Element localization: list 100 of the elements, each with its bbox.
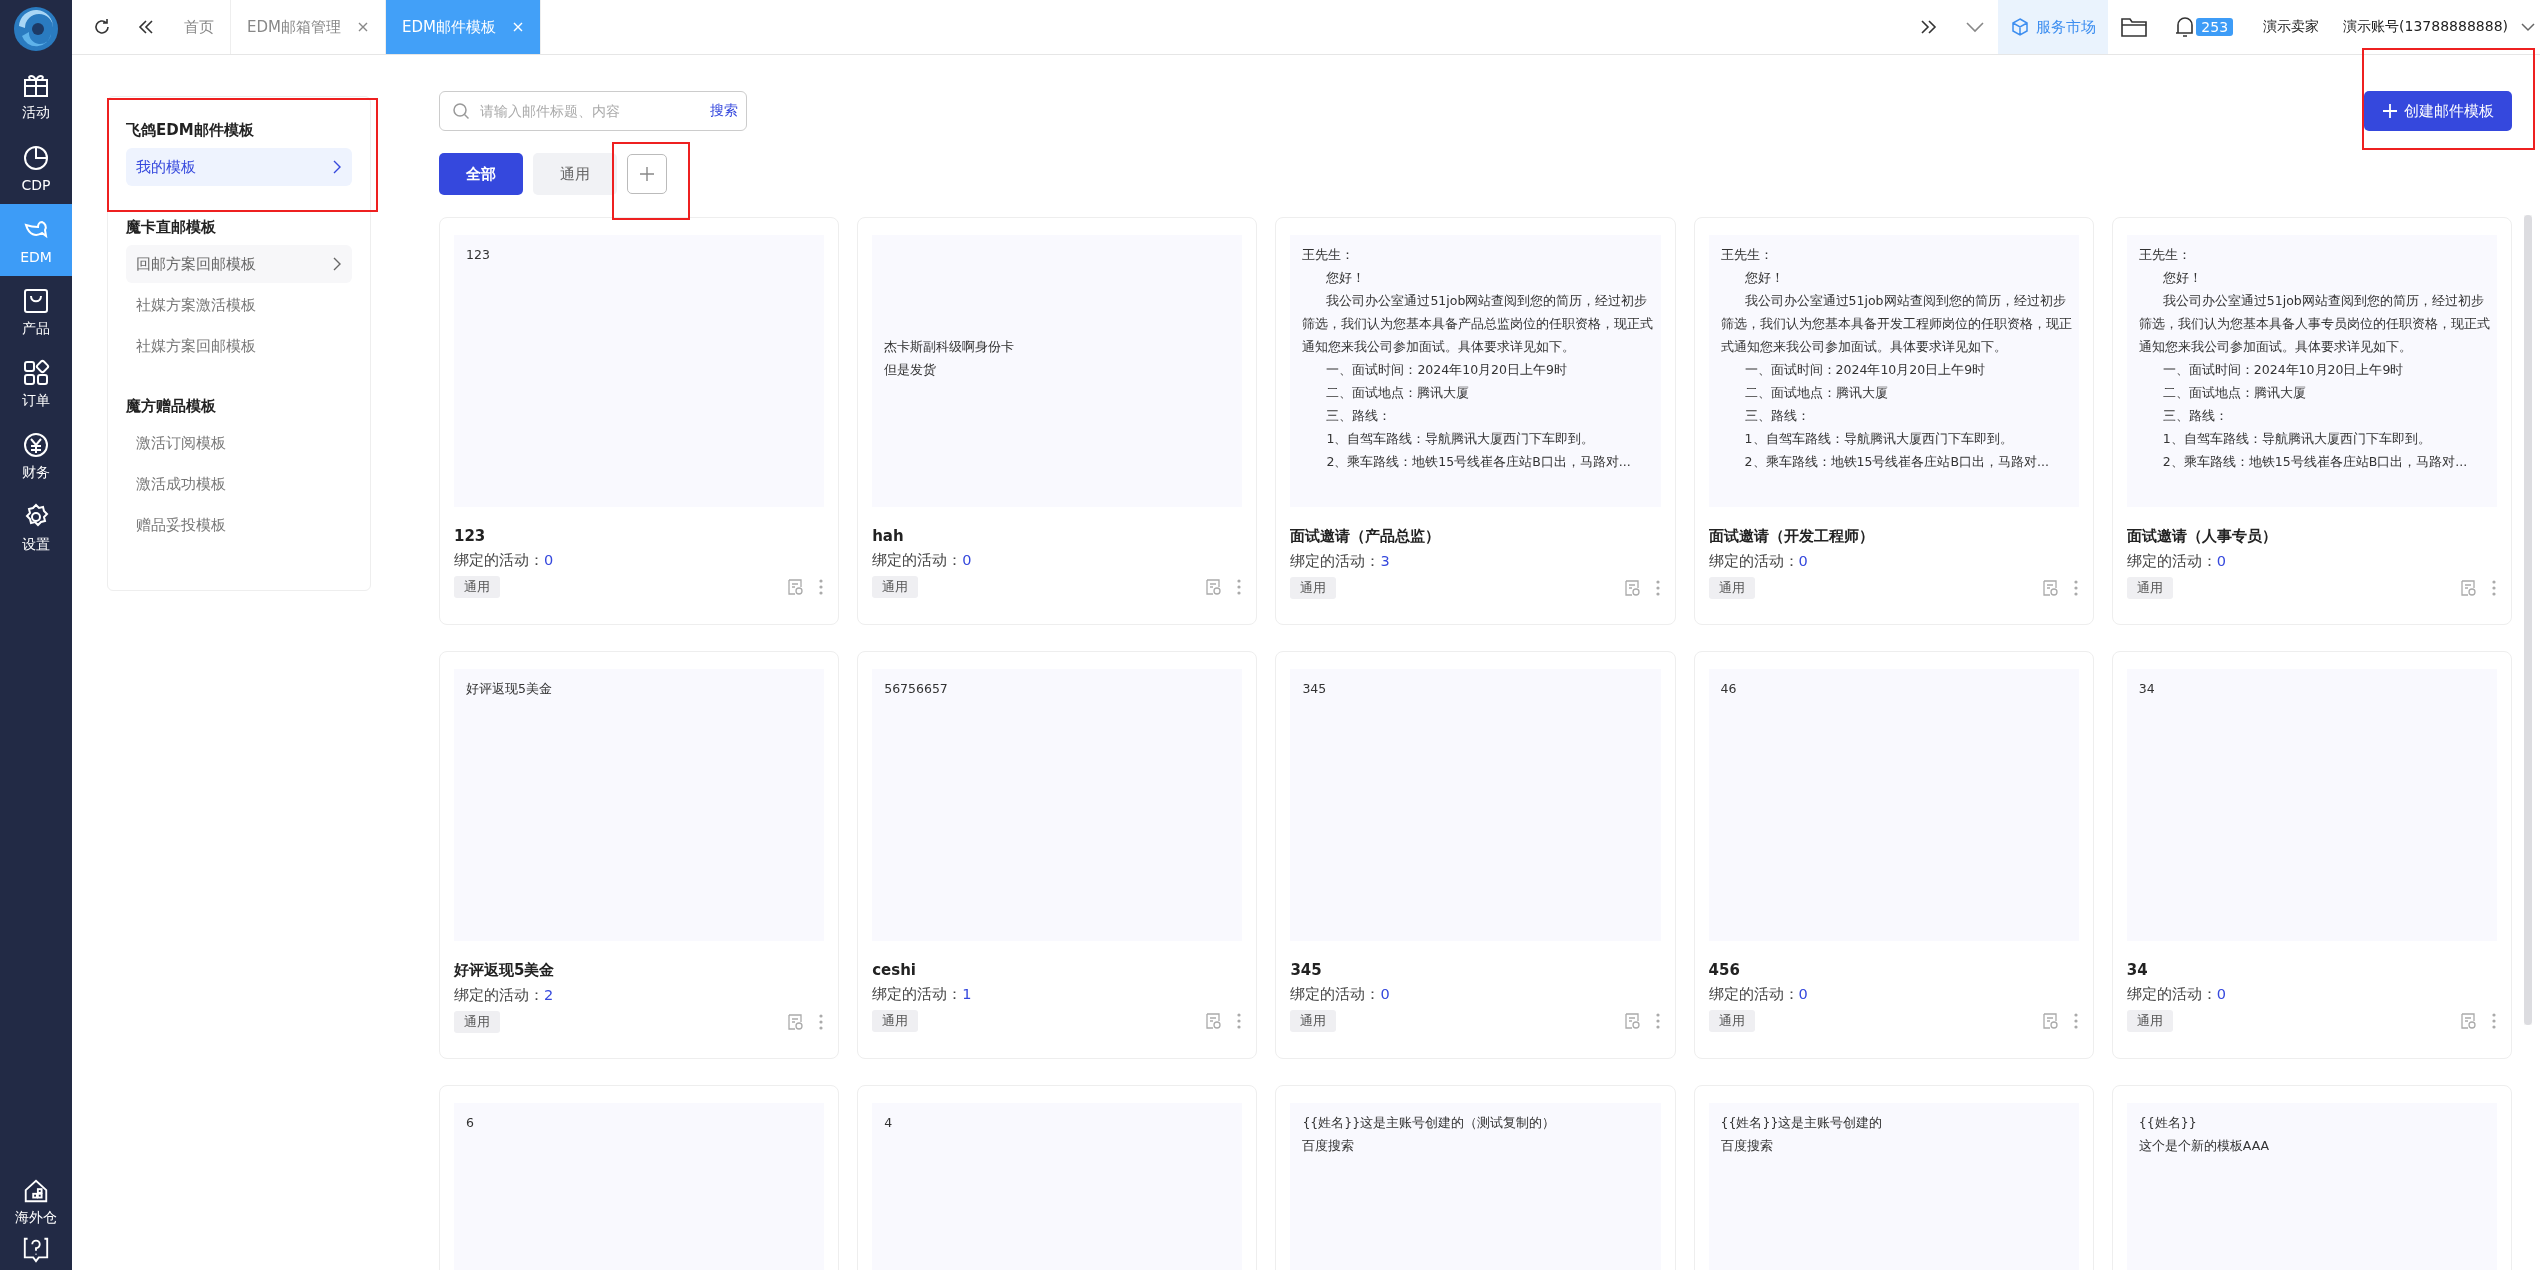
create-template-button[interactable]: 创建邮件模板 xyxy=(2364,91,2512,131)
preview-text: {{姓名}}这是主账号创建的（测试复制的） xyxy=(1302,1114,1557,1132)
document-icon[interactable] xyxy=(1622,1012,1641,1030)
document-icon[interactable] xyxy=(2459,1012,2477,1030)
preview-text: 123 xyxy=(466,246,491,264)
search-button[interactable]: 搜索 xyxy=(710,102,738,120)
category-item[interactable]: 社媒方案激活模板 xyxy=(126,286,352,324)
template-card[interactable]: 46 456 绑定的活动：0 通用 xyxy=(1693,651,2094,1059)
refresh-icon[interactable] xyxy=(92,17,112,37)
search-field[interactable]: 请输入邮件标题、内容 搜索 xyxy=(439,91,747,131)
nav-item[interactable]: CDP xyxy=(0,132,72,204)
bound-count[interactable]: 0 xyxy=(1798,553,1808,569)
preview-text: 这个是个新的模板AAA xyxy=(2138,1137,2271,1155)
logo-icon xyxy=(13,6,59,52)
chevron-down-icon[interactable] xyxy=(2520,21,2536,33)
tab[interactable]: EDM邮箱管理 xyxy=(231,0,386,54)
template-card[interactable]: {{姓名}}这是主账号创建的 百度搜索 xyxy=(1693,1085,2094,1270)
preview-text: 6 xyxy=(466,1114,475,1132)
folder-icon[interactable] xyxy=(2120,15,2149,39)
preview-text: 4 xyxy=(884,1114,894,1132)
template-card[interactable]: 56756657 ceshi 绑定的活动：1 通用 xyxy=(857,651,1258,1059)
bound-count[interactable]: 0 xyxy=(1798,986,1808,1002)
document-icon[interactable] xyxy=(1204,1012,1223,1030)
shop-name[interactable]: 演示卖家 xyxy=(2263,18,2320,36)
plus-icon xyxy=(639,166,655,182)
bound-count[interactable]: 0 xyxy=(2216,553,2227,569)
template-card[interactable]: 王先生： 您好！ 我公司办公室通过51job网站查阅到您的简历，经过初步筛选，我们认为您基本具备产品总监岗位的任职资格，现正式通知您来我公司参加面试。具体要求详见如下。 一、面试时间：2024年10月20日上午9时 二、面试地点：腾讯大厦 三、路线： 1、自驾车路线：导航腾讯大厦西门下车即到。 2、乘车路线：地铁15号线崔各庄站B口出，马路对... 面试邀请（产品总监） 绑定的活动：3 通用 xyxy=(1275,217,1676,625)
category-title: 魔方赠品模板 xyxy=(126,396,217,417)
bound-count[interactable]: 0 xyxy=(2216,986,2227,1002)
filter-tab[interactable]: 通用 xyxy=(533,153,617,195)
nav-item[interactable]: 活动 xyxy=(0,60,72,132)
more-icon[interactable] xyxy=(2072,579,2079,597)
more-icon[interactable] xyxy=(818,1013,825,1031)
bound-count[interactable]: 0 xyxy=(544,552,554,568)
nav-item[interactable]: 财务 xyxy=(0,420,72,492)
preview-text: 百度搜索 xyxy=(1720,1137,1774,1155)
more-icon[interactable] xyxy=(1236,1012,1243,1030)
close-icon[interactable] xyxy=(357,21,369,33)
preview-text: 王先生： xyxy=(1720,246,1774,264)
template-title: 34 xyxy=(2126,961,2149,979)
more-icon[interactable] xyxy=(818,578,825,596)
category-item[interactable]: 激活成功模板 xyxy=(126,465,352,503)
nav-item[interactable]: 海外仓 xyxy=(0,1170,72,1234)
template-card[interactable]: 杰卡斯副科级啊身份卡 但是发货 hah 绑定的活动：0 通用 xyxy=(857,217,1258,625)
template-card[interactable]: {{姓名}}这是主账号创建的（测试复制的） 百度搜索 xyxy=(1275,1085,1676,1270)
category-item[interactable]: 社媒方案回邮模板 xyxy=(126,327,352,365)
document-icon[interactable] xyxy=(1622,579,1641,597)
preview-text: 王先生： xyxy=(1302,246,1356,264)
account-name[interactable]: 演示账号(13788888888) xyxy=(2343,18,2508,36)
template-card[interactable]: 好评返现5美金 好评返现5美金 绑定的活动：2 通用 xyxy=(439,651,840,1059)
bound-count[interactable]: 3 xyxy=(1380,553,1390,569)
template-card[interactable]: 34 34 绑定的活动：0 通用 xyxy=(2111,651,2512,1059)
bound-count[interactable]: 0 xyxy=(962,552,972,568)
nav-item[interactable]: 产品 xyxy=(0,276,72,348)
bound-label: 绑定的活动： xyxy=(1290,986,1381,1002)
nav-item[interactable]: 订单 xyxy=(0,348,72,420)
template-title: 面试邀请（产品总监） xyxy=(1290,527,1442,546)
template-card[interactable]: 王先生： 您好！ 我公司办公室通过51job网站查阅到您的简历，经过初步筛选，我们认为您基本具备开发工程师岗位的任职资格，现正式通知您来我公司参加面试。具体要求详见如下。 一、面试时间：2024年10月20日上午9时 二、面试地点：腾讯大厦 三、路线： 1、自驾车路线：导航腾讯大厦西门下车即到。 2、乘车路线：地铁15号线崔各庄站B口出，马路对... 面试邀请（开发工程师） 绑定的活动：0 通用 xyxy=(1693,217,2094,625)
template-tag: 通用 xyxy=(872,1010,919,1032)
template-title: hah xyxy=(872,527,905,545)
bound-count[interactable]: 2 xyxy=(544,987,554,1003)
category-item[interactable]: 回邮方案回邮模板 xyxy=(126,245,352,283)
bound-count[interactable]: 1 xyxy=(962,986,972,1002)
template-card[interactable]: 王先生： 您好！ 我公司办公室通过51job网站查阅到您的简历，经过初步筛选，我们认为您基本具备人事专员岗位的任职资格，现正式通知您来我公司参加面试。具体要求详见如下。 一、面试时间：2024年10月20日上午9时 二、面试地点：腾讯大厦 三、路线： 1、自驾车路线：导航腾讯大厦西门下车即到。 2、乘车路线：地铁15号线崔各庄站B口出，马路对... 面试邀请（人事专员） 绑定的活动：0 通用 xyxy=(2111,217,2512,625)
bound-count[interactable]: 0 xyxy=(1380,986,1390,1002)
bound-label: 绑定的活动： xyxy=(2126,553,2217,569)
pie-chart-icon xyxy=(21,143,51,173)
category-item[interactable]: 我的模板 xyxy=(126,148,352,186)
nav-item[interactable]: 设置 xyxy=(0,492,72,564)
document-icon[interactable] xyxy=(2040,579,2059,597)
more-icon[interactable] xyxy=(2491,1012,2497,1030)
template-card[interactable]: 4 xyxy=(857,1085,1258,1270)
document-icon[interactable] xyxy=(786,1013,805,1031)
chevron-right-icon xyxy=(332,256,342,272)
template-card[interactable]: 6 xyxy=(439,1085,840,1270)
add-filter-button[interactable] xyxy=(627,154,667,194)
filter-tab[interactable]: 全部 xyxy=(439,153,523,195)
document-icon[interactable] xyxy=(2040,1012,2059,1030)
category-item[interactable]: 激活订阅模板 xyxy=(126,424,352,462)
more-icon[interactable] xyxy=(1654,579,1661,597)
preview-text: 您好！ xyxy=(1743,269,1785,287)
document-icon[interactable] xyxy=(1204,578,1223,596)
close-icon[interactable] xyxy=(511,21,524,33)
more-icon[interactable] xyxy=(1654,1012,1661,1030)
chevron-right-icon xyxy=(332,159,342,175)
template-card[interactable]: 123 123 绑定的活动：0 通用 xyxy=(439,217,840,625)
preview-text: 我公司办公室通过51job网站查阅到您的简历，经过初步筛选，我们认为您基本具备产品总监岗位的任职资格，现正式通知您来我公司参加面试。具体要求详见如下。 xyxy=(1302,292,1655,356)
more-icon[interactable] xyxy=(2072,1012,2079,1030)
document-icon[interactable] xyxy=(786,578,805,596)
more-icon[interactable] xyxy=(2491,579,2497,597)
bound-label: 绑定的活动： xyxy=(872,552,963,568)
template-tag: 通用 xyxy=(1290,1010,1337,1032)
template-card[interactable]: {{姓名}} 这个是个新的模板AAA xyxy=(2111,1085,2512,1270)
scrollbar[interactable] xyxy=(2524,215,2532,1025)
tab[interactable]: 首页 xyxy=(168,0,231,54)
house-icon xyxy=(22,1177,50,1205)
document-icon[interactable] xyxy=(2459,579,2477,597)
template-card[interactable]: 345 345 绑定的活动：0 通用 xyxy=(1275,651,1676,1059)
category-item[interactable]: 赠品妥投模板 xyxy=(126,506,352,544)
more-icon[interactable] xyxy=(1236,578,1243,596)
